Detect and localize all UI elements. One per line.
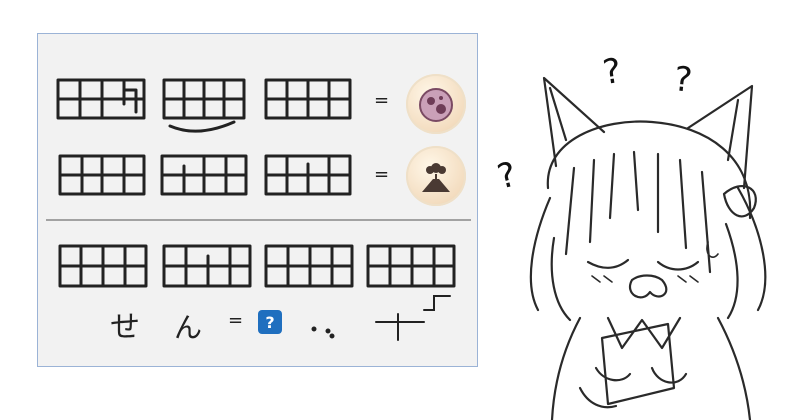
grid-glyph-r3-2 [162, 244, 252, 288]
grid-glyph-r3-3 [264, 244, 354, 288]
question-badge: ? [258, 310, 282, 334]
grid-glyph-r3-4 [366, 244, 456, 288]
planet-coin-icon [406, 74, 466, 134]
kana-n: ん [174, 311, 203, 344]
grid-glyph-r2-1 [58, 154, 146, 196]
grid-glyph-r1-2 [162, 78, 246, 133]
grid-glyph-r2-2 [160, 154, 248, 196]
grid-glyph-r1-1 [56, 78, 146, 120]
volcano-coin-icon [406, 146, 466, 206]
grid-glyph-r2-3 [264, 154, 352, 196]
kana-se: せ [110, 310, 140, 345]
equals-sign-row2: = [374, 164, 390, 185]
answer-strokes [311, 295, 451, 341]
confused-cat-girl-icon [529, 76, 767, 420]
equals-sign-answer: = [228, 310, 244, 331]
grid-glyph-r1-3 [264, 78, 352, 120]
equals-sign-row1: = [374, 90, 390, 111]
puzzle-paper: = = せ ん = ? [37, 33, 478, 367]
grid-glyph-r3-1 [58, 244, 148, 288]
